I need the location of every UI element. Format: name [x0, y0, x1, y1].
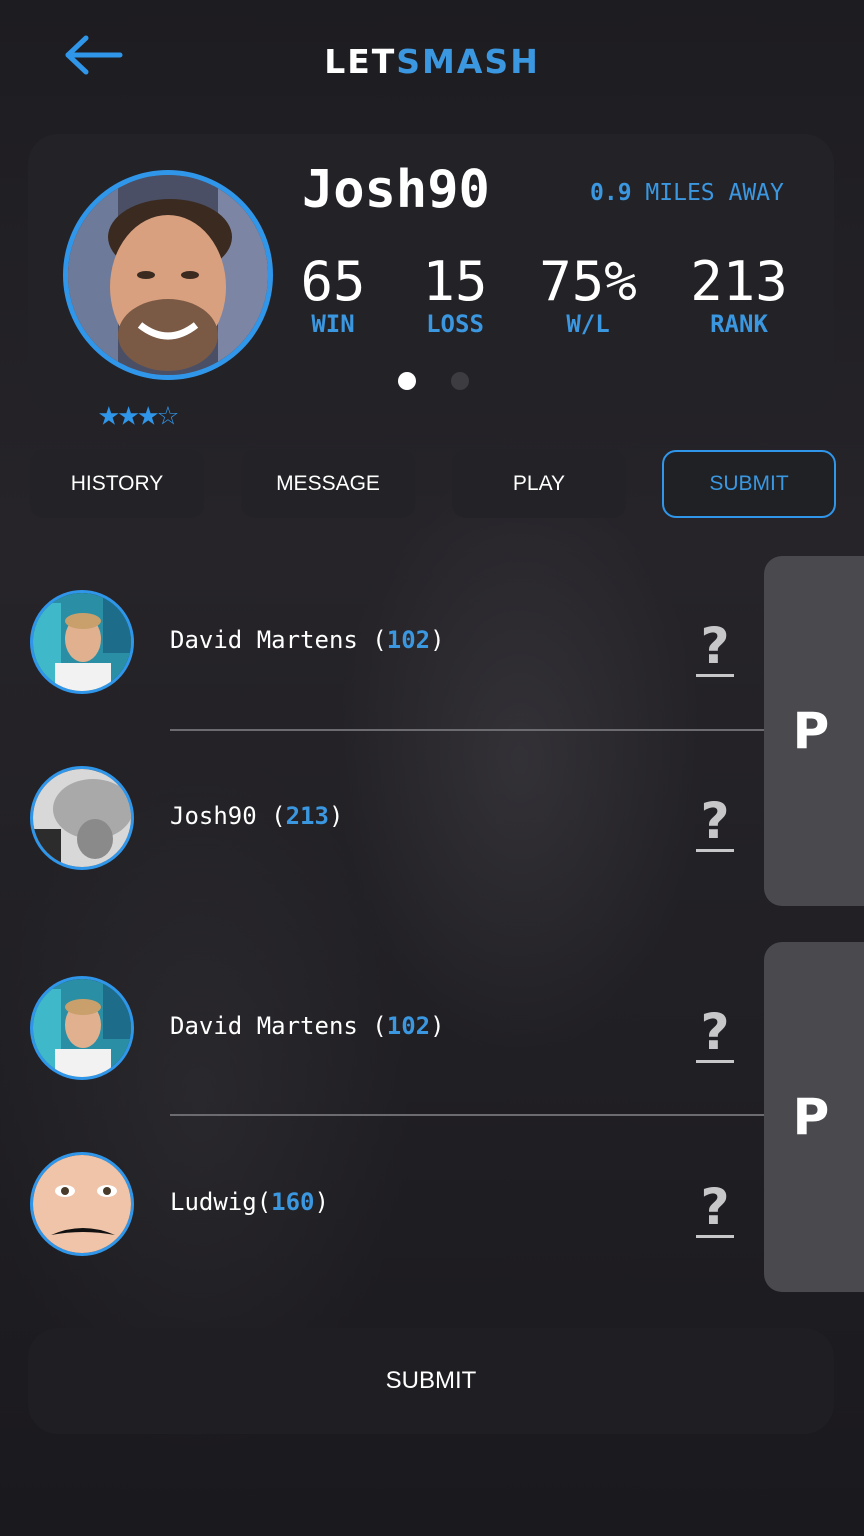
star-filled-icon: ★ [137, 393, 159, 434]
page-dot-active[interactable] [398, 372, 416, 390]
match-2-result-tab[interactable]: P [764, 942, 864, 1292]
distance-label: 0.9 MILES AWAY [590, 180, 784, 206]
player-avatar [30, 590, 134, 694]
player-avatar [30, 766, 134, 870]
page-dot-inactive[interactable] [451, 372, 469, 390]
player-photo [33, 593, 131, 691]
profile-username: Josh90 [302, 160, 490, 220]
profile-photo [68, 175, 268, 375]
player-result-input[interactable]: ? [696, 618, 734, 677]
divider [170, 1114, 764, 1116]
player-name: Ludwig(160) [170, 1188, 329, 1216]
tab-submit[interactable]: SUBMIT [662, 450, 836, 518]
player-avatar [30, 1152, 134, 1256]
player-photo [33, 1155, 131, 1253]
match-1-result-tab[interactable]: P [764, 556, 864, 906]
player-photo [33, 979, 131, 1077]
tab-play[interactable]: PLAY [452, 450, 626, 518]
divider [170, 729, 764, 731]
tab-message[interactable]: MESSAGE [241, 450, 415, 518]
player-photo [33, 769, 131, 867]
player-name: Josh90 (213) [170, 802, 344, 830]
app-logo: LETSMASH [324, 42, 540, 81]
profile-avatar[interactable] [63, 170, 273, 380]
tab-history[interactable]: HISTORY [30, 450, 204, 518]
player-name: David Martens (102) [170, 1012, 445, 1040]
stat-rank: 213 RANK [690, 250, 788, 338]
player-result-input[interactable]: ? [696, 793, 734, 852]
star-filled-icon: ★ [117, 393, 140, 434]
player-result-input[interactable]: ? [696, 1179, 734, 1238]
player-avatar [30, 976, 134, 1080]
star-filled-icon: ★ [98, 393, 120, 434]
player-result-input[interactable]: ? [696, 1004, 734, 1063]
stat-wl: 75% W/L [539, 250, 637, 338]
star-outline-icon: ☆ [157, 393, 179, 434]
stat-loss: 15 LOSS [422, 250, 488, 338]
player-name: David Martens (102) [170, 626, 445, 654]
rating-stars: ★★★☆ [98, 393, 179, 434]
submit-button[interactable]: SUBMIT [28, 1328, 834, 1434]
